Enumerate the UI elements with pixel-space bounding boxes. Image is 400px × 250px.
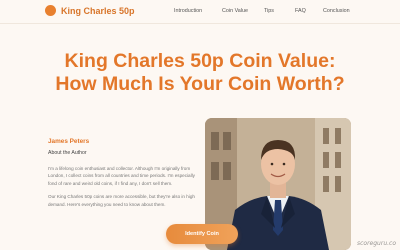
brand-logo[interactable]: King Charles 50p xyxy=(45,5,135,16)
nav-link-introduction[interactable]: Introduction xyxy=(174,8,202,14)
brand-name: King Charles 50p xyxy=(61,5,135,16)
author-bio: I'm a lifelong coin enthusiast and colle… xyxy=(48,166,195,186)
nav-link-conclusion[interactable]: Conclusion xyxy=(323,8,350,14)
author-bio-2: Our King Charles 50p coins are more acce… xyxy=(48,194,195,207)
nav-link-coin-value[interactable]: Coin Value xyxy=(222,8,248,14)
nav-link-faq[interactable]: FAQ xyxy=(295,8,306,14)
nav-link-tips[interactable]: Tips xyxy=(264,8,274,14)
author-card: James Peters About the Author I'm a life… xyxy=(48,138,198,208)
author-name: James Peters xyxy=(48,138,90,145)
identify-coin-button[interactable]: Identify Coin xyxy=(166,224,238,244)
hero-title-line2: How Much Is Your Coin Worth? xyxy=(55,73,345,95)
hero-title-line1: King Charles 50p Coin Value: xyxy=(64,50,336,72)
coin-logo-icon xyxy=(45,5,56,16)
watermark: scoreguru.co xyxy=(356,240,396,247)
hero-title: King Charles 50p Coin Value: How Much Is… xyxy=(0,50,400,96)
author-subtitle: About the Author xyxy=(48,150,87,156)
top-nav: King Charles 50p Introduction Coin Value… xyxy=(0,0,400,24)
